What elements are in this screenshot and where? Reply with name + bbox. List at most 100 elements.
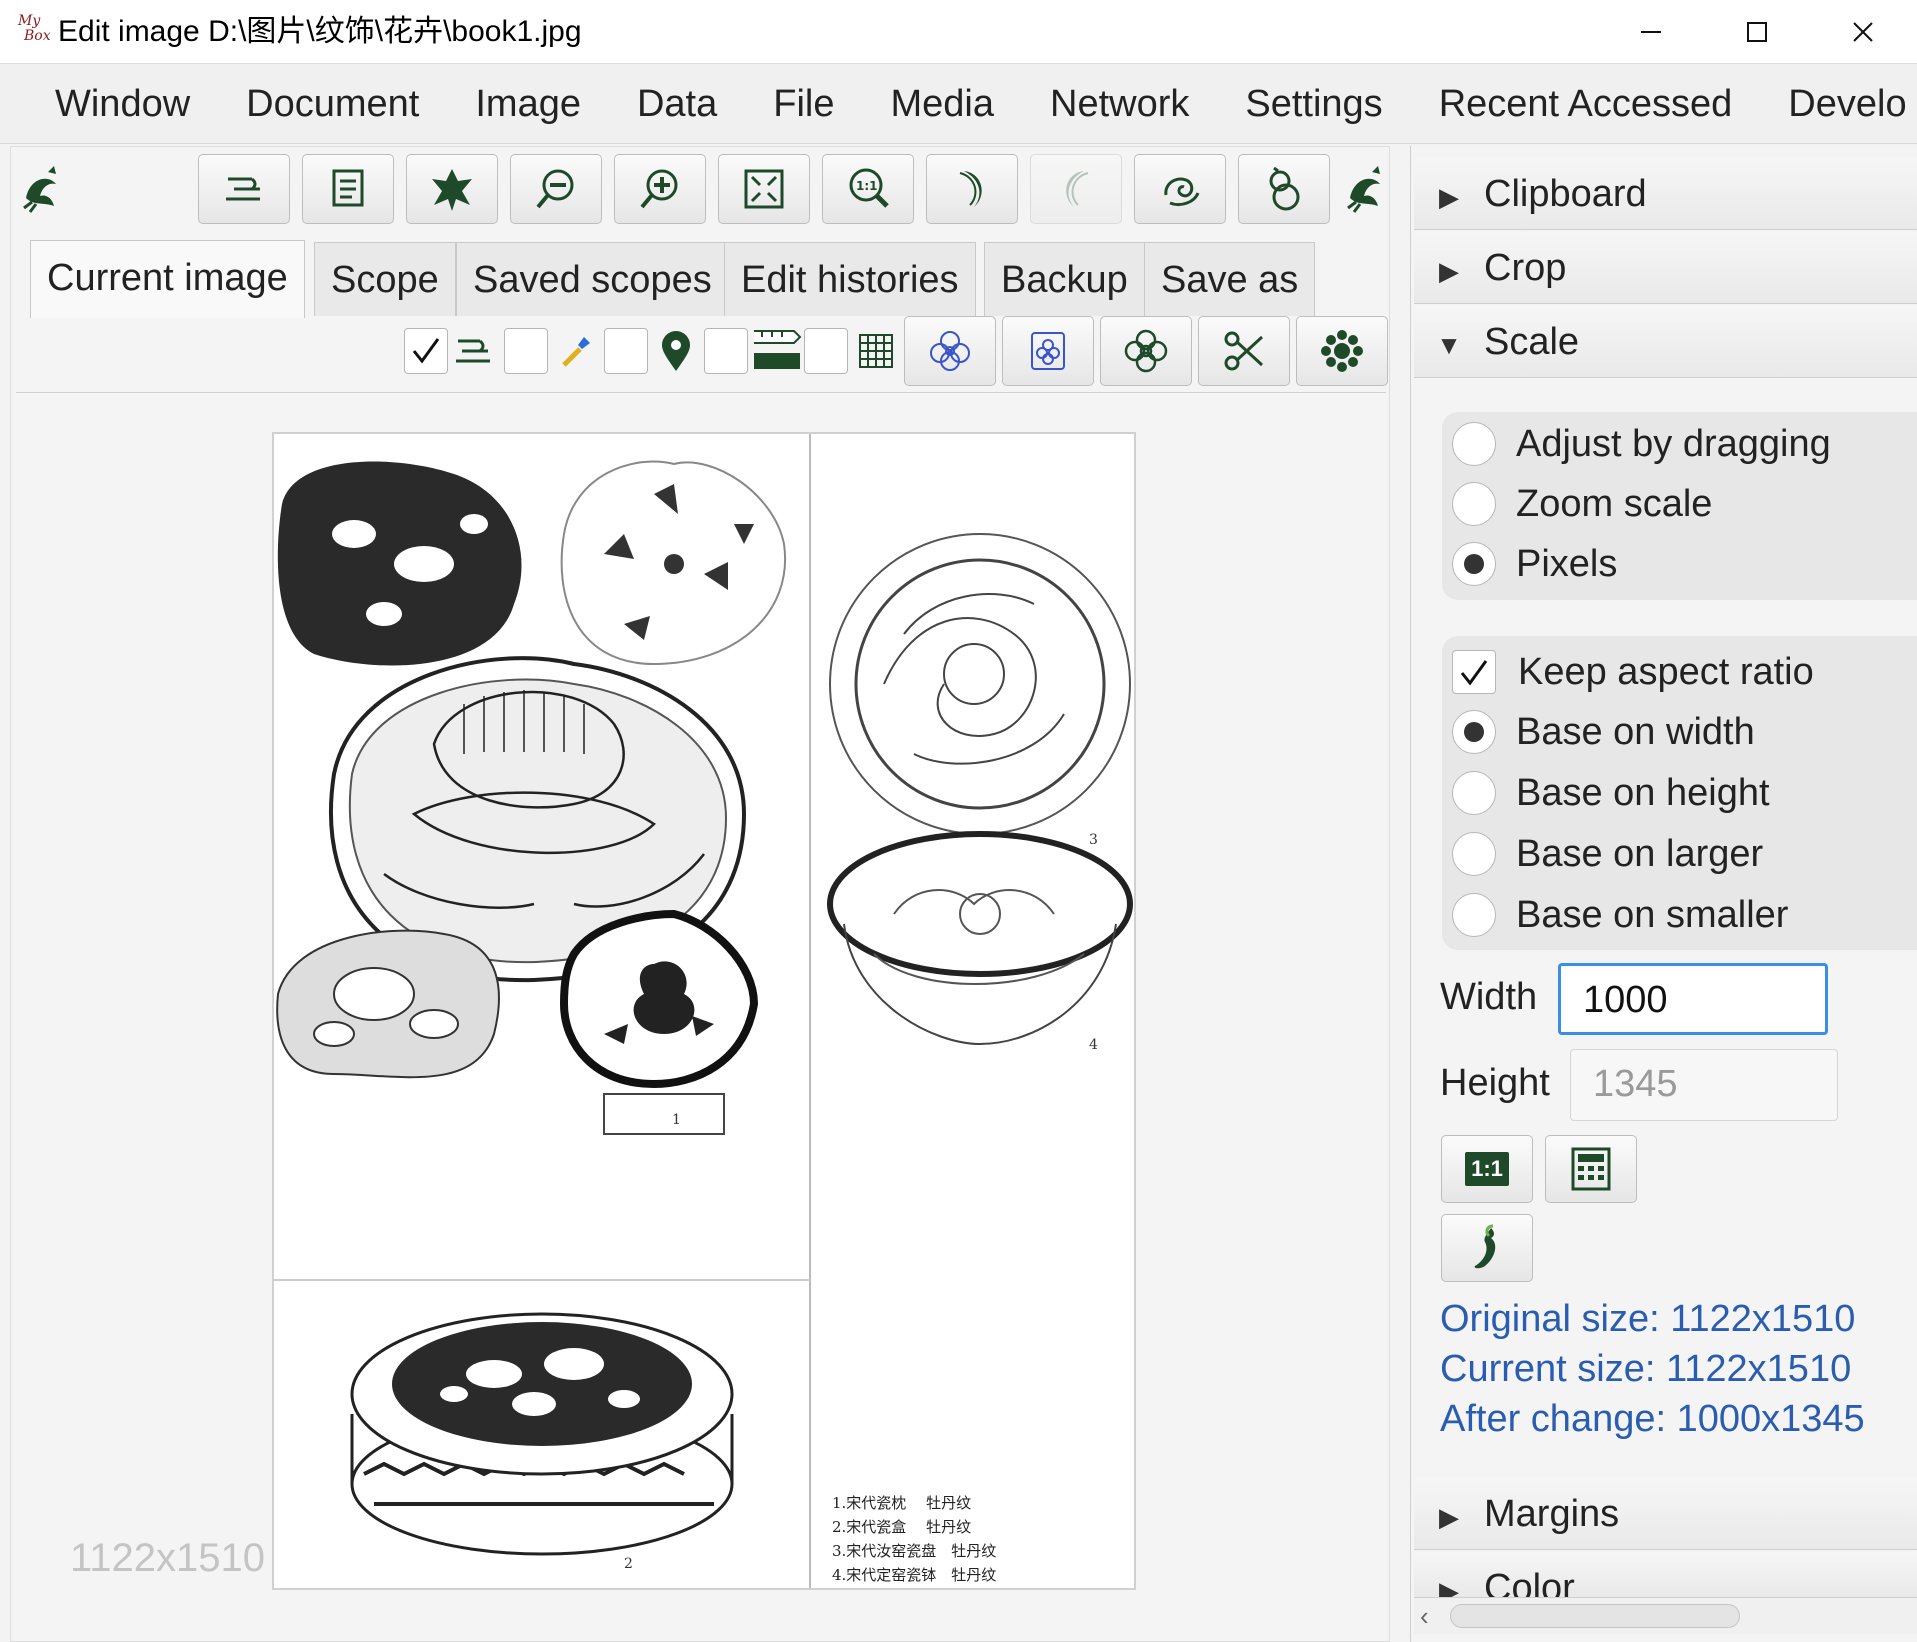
menu-data[interactable]: Data: [609, 64, 745, 143]
rotate-left-button[interactable]: [1030, 154, 1122, 224]
eyedropper-icon: [554, 328, 598, 374]
tab-saved-scopes[interactable]: Saved scopes: [456, 242, 729, 316]
swirl-button[interactable]: [1134, 154, 1226, 224]
section-color[interactable]: ▶ Color: [1414, 1552, 1917, 1598]
svg-text:3.宋代汝窑瓷盘 牡丹纹: 3.宋代汝窑瓷盘 牡丹纹: [832, 1542, 996, 1560]
original-ratio-button[interactable]: 1:1: [1441, 1135, 1533, 1203]
menu-window[interactable]: Window: [0, 64, 218, 143]
keep-aspect-ratio-checkbox[interactable]: Keep aspect ratio: [1452, 644, 1814, 700]
zoom-in-button[interactable]: [614, 154, 706, 224]
tab-scope[interactable]: Scope: [314, 242, 456, 316]
grid-icon: [854, 328, 898, 374]
collapsed-arrow-icon: ▶: [1439, 256, 1459, 286]
section-scale[interactable]: ▼ Scale: [1414, 306, 1917, 378]
select-checkbox[interactable]: [404, 328, 448, 374]
apply-scale-button[interactable]: [1441, 1214, 1533, 1282]
flower-outline-button[interactable]: [1100, 316, 1192, 386]
flower-outline-icon: [1124, 329, 1168, 373]
tab-save-as[interactable]: Save as: [1144, 242, 1316, 316]
ruler-bar-icon: [752, 326, 802, 372]
menu-network[interactable]: Network: [1022, 64, 1217, 143]
pepper-icon: [1474, 1224, 1496, 1269]
radio-button[interactable]: [1452, 893, 1496, 937]
flower-blue-button[interactable]: [904, 316, 996, 386]
collapsed-arrow-icon: ▶: [1439, 182, 1459, 212]
image-size-label: 1122x1510: [70, 1536, 265, 1580]
maximize-button[interactable]: [1712, 8, 1802, 56]
flower-tile-button[interactable]: [1002, 316, 1094, 386]
grid-checkbox[interactable]: [804, 328, 848, 374]
title-bar: My Box Edit image D:\图片\纹饰\花卉\book1.jpg: [0, 0, 1917, 64]
svg-text:1:1: 1:1: [856, 179, 878, 193]
radio-base-on-smaller[interactable]: Base on smaller: [1452, 887, 1788, 943]
svg-text:1.宋代瓷枕 牡丹纹: 1.宋代瓷枕 牡丹纹: [832, 1494, 971, 1512]
radio-zoom-scale[interactable]: Zoom scale: [1452, 476, 1712, 532]
edited-image[interactable]: 3 1 4 2 1.宋代瓷枕 牡丹纹 2.宋代瓷盒 牡丹纹 3.宋代汝窑瓷盘 牡…: [272, 432, 1136, 1590]
ratio-1-1-icon: 1:1: [1465, 1152, 1509, 1186]
text-lines-icon: [226, 177, 260, 201]
location-checkbox[interactable]: [604, 328, 648, 374]
menu-develop[interactable]: Develo: [1760, 64, 1917, 143]
menu-settings[interactable]: Settings: [1217, 64, 1410, 143]
flower-filled-button[interactable]: [1296, 316, 1388, 386]
zoom-out-button[interactable]: [510, 154, 602, 224]
leaf-button[interactable]: [406, 154, 498, 224]
collapsed-arrow-icon: ▶: [1439, 1576, 1459, 1598]
after-change-info: After change: 1000x1345: [1440, 1398, 1865, 1440]
text-lines-button[interactable]: [198, 154, 290, 224]
tab-backup[interactable]: Backup: [984, 242, 1145, 316]
radio-adjust-by-dragging[interactable]: Adjust by dragging: [1452, 416, 1831, 472]
tab-current-image[interactable]: Current image: [30, 240, 305, 318]
zoom-actual-button[interactable]: 1:1: [822, 154, 914, 224]
section-margins[interactable]: ▶ Margins: [1414, 1478, 1917, 1550]
notes-button[interactable]: [302, 154, 394, 224]
section-crop[interactable]: ▶ Crop: [1414, 232, 1917, 304]
close-icon: [1853, 22, 1873, 42]
radio-button[interactable]: [1452, 422, 1496, 466]
width-label: Width: [1440, 976, 1538, 1018]
calculator-button[interactable]: [1545, 1135, 1637, 1203]
app-logo: My Box: [18, 13, 51, 44]
menu-bar: Window Document Image Data File Media Network S…: [0, 64, 1917, 144]
bird-icon[interactable]: [1342, 158, 1388, 218]
rotate-right-button[interactable]: [926, 154, 1018, 224]
radio-button[interactable]: [1452, 771, 1496, 815]
radio-button-selected[interactable]: [1452, 542, 1496, 586]
radio-button[interactable]: [1452, 482, 1496, 526]
bird-icon[interactable]: [18, 158, 64, 218]
tab-edit-histories[interactable]: Edit histories: [724, 242, 976, 316]
radio-base-on-larger[interactable]: Base on larger: [1452, 826, 1763, 882]
window-title: Edit image D:\图片\纹饰\花卉\book1.jpg: [58, 15, 582, 48]
menu-recent-accessed[interactable]: Recent Accessed: [1411, 64, 1761, 143]
minimize-button[interactable]: [1606, 8, 1696, 56]
menu-image[interactable]: Image: [447, 64, 609, 143]
scissors-button[interactable]: [1198, 316, 1290, 386]
leaf-icon: [432, 169, 472, 211]
svg-text:4: 4: [1089, 1037, 1098, 1053]
radio-base-on-width[interactable]: Base on width: [1452, 704, 1755, 760]
menu-media[interactable]: Media: [863, 64, 1023, 143]
height-input[interactable]: 1345: [1570, 1049, 1838, 1121]
svg-text:1: 1: [672, 1112, 681, 1128]
scroll-left-icon[interactable]: ‹: [1420, 1602, 1444, 1630]
close-button[interactable]: [1818, 8, 1908, 56]
checkbox-checked[interactable]: [1452, 650, 1496, 694]
radio-button-selected[interactable]: [1452, 710, 1496, 754]
width-input[interactable]: 1000: [1558, 963, 1828, 1035]
fit-window-button[interactable]: [718, 154, 810, 224]
ruler-checkbox[interactable]: [704, 328, 748, 374]
radio-base-on-height[interactable]: Base on height: [1452, 765, 1770, 821]
scrollbar-thumb[interactable]: [1450, 1604, 1740, 1628]
radio-button[interactable]: [1452, 832, 1496, 876]
section-clipboard[interactable]: ▶ Clipboard: [1414, 158, 1917, 230]
gourd-button[interactable]: [1238, 154, 1330, 224]
color-picker-checkbox[interactable]: [504, 328, 548, 374]
radio-pixels[interactable]: Pixels: [1452, 536, 1617, 592]
flower-blue-icon: [930, 331, 970, 371]
menu-document[interactable]: Document: [218, 64, 447, 143]
text-lines-icon: [452, 328, 496, 374]
horizontal-scrollbar[interactable]: ‹: [1414, 1598, 1917, 1634]
swirl-icon: [1164, 177, 1200, 207]
expanded-arrow-icon: ▼: [1436, 330, 1462, 360]
menu-file[interactable]: File: [745, 64, 862, 143]
